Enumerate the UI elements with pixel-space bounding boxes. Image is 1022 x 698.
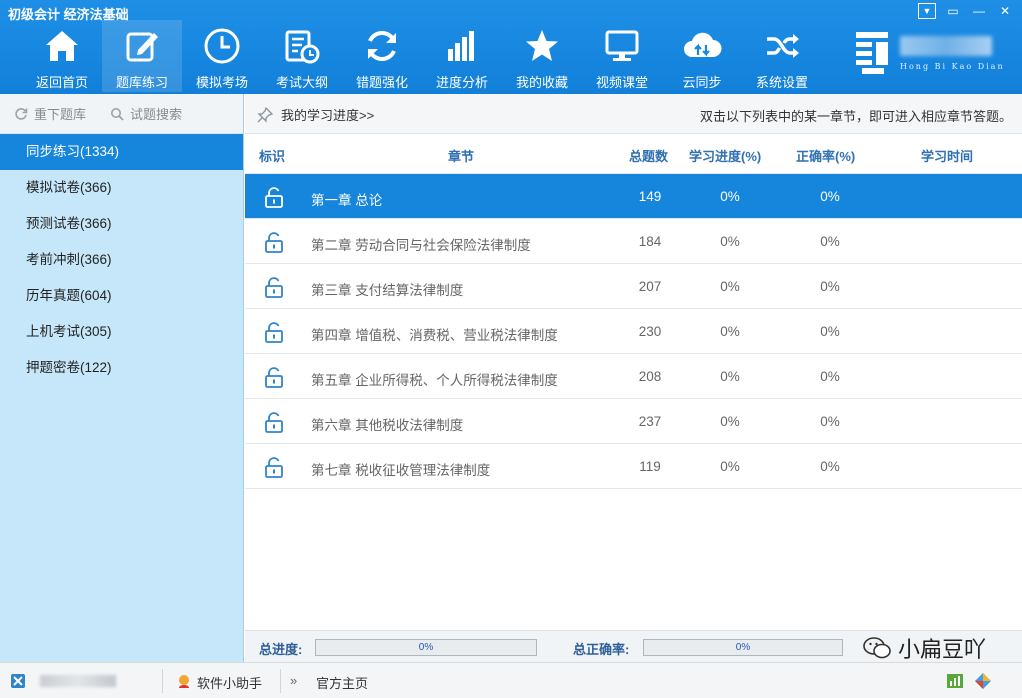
instruction-hint: 双击以下列表中的某一章节，即可进入相应章节答题。 (699, 109, 1012, 124)
unlock-icon (265, 322, 283, 343)
unlock-icon (265, 412, 283, 433)
monitor-icon (602, 26, 642, 66)
toolbar-settings-button[interactable]: 系统设置 (742, 20, 822, 92)
unlock-icon (265, 277, 283, 298)
toolbar-practice-button[interactable]: 题库练习 (102, 20, 182, 92)
my-progress-link[interactable]: 我的学习进度>> (257, 105, 374, 124)
chapter-panel-header: 我的学习进度>> 双击以下列表中的某一章节，即可进入相应章节答题。 (245, 94, 1022, 134)
search-questions-button[interactable]: 试题搜索 (110, 104, 182, 123)
category-item-final-sprint[interactable]: 考前冲刺(366) (0, 242, 243, 278)
main-toolbar: 返回首页 题库练习 模拟考场 考试大纲 错题强化 进度分析 我的收藏 视频课堂 … (22, 20, 822, 92)
column-accuracy: 正确率(%) (796, 149, 856, 164)
pin-icon (257, 106, 273, 123)
edit-icon (122, 26, 162, 66)
chapter-table-header: 标识 章节 总题数 学习进度(%) 正确率(%) 学习时间 (245, 134, 1022, 174)
blurred-user-info (40, 675, 116, 687)
bar-chart-icon (442, 26, 482, 66)
column-count: 总题数 (629, 149, 669, 164)
software-assistant-link[interactable]: 软件小助手 (197, 673, 262, 692)
menu-dropdown-icon[interactable]: ▼ (918, 3, 936, 19)
toolbar-mock-exam-button[interactable]: 模拟考场 (182, 20, 262, 92)
shuffle-icon (762, 26, 802, 66)
chapter-row[interactable]: 第三章 支付结算法律制度 207 0% 0% (245, 264, 1022, 309)
wechat-icon (863, 637, 891, 659)
chapter-row[interactable]: 第七章 税收征收管理法律制度 119 0% 0% (245, 444, 1022, 489)
star-icon (522, 26, 562, 66)
chapter-row[interactable]: 第五章 企业所得税、个人所得税法律制度 208 0% 0% (245, 354, 1022, 399)
top-toolbar: 初级会计 经济法基础 ▼ ▭ — ✕ 返回首页 题库练习 模拟考场 考试大纲 错… (0, 0, 1022, 94)
category-item-prediction-papers[interactable]: 预测试卷(366) (0, 206, 243, 242)
toolbar-cloud-sync-button[interactable]: 云同步 (662, 20, 742, 92)
refresh-icon (362, 26, 402, 66)
column-study-time: 学习时间 (921, 149, 974, 164)
assistant-icon (179, 675, 189, 688)
category-item-mock-papers[interactable]: 模拟试卷(366) (0, 170, 243, 206)
toolbar-syllabus-button[interactable]: 考试大纲 (262, 20, 342, 92)
chapter-row[interactable]: 第一章 总论 149 0% 0% (245, 174, 1022, 219)
watermark: 小扁豆吖 (862, 632, 986, 664)
column-mark: 标识 (259, 149, 286, 164)
category-panel-header: 重下题库 试题搜索 (0, 94, 243, 134)
chapter-row[interactable]: 第二章 劳动合同与社会保险法律制度 184 0% 0% (245, 219, 1022, 264)
column-chapter: 章节 (448, 149, 475, 164)
clock-icon (202, 26, 242, 66)
search-icon (111, 107, 124, 121)
reload-icon (15, 107, 28, 120)
toolbar-mistakes-button[interactable]: 错题强化 (342, 20, 422, 92)
unlock-icon (265, 457, 283, 478)
total-progress-label: 总进度: (259, 642, 303, 657)
toolbar-favorites-button[interactable]: 我的收藏 (502, 20, 582, 92)
unlock-icon (265, 232, 283, 253)
window-controls: ▼ ▭ — ✕ (918, 3, 1014, 19)
total-accuracy-label: 总正确率: (573, 642, 630, 657)
brand-mark-icon (856, 32, 888, 74)
brand-name-blurred (900, 36, 992, 56)
status-bar: 软件小助手 » 官方主页 (0, 662, 1022, 698)
category-item-past-exams[interactable]: 历年真题(604) (0, 278, 243, 314)
category-item-sync-practice[interactable]: 同步练习(1334) (0, 134, 243, 170)
stats-icon[interactable] (946, 673, 964, 689)
toolbar-video-button[interactable]: 视频课堂 (582, 20, 662, 92)
home-icon (42, 26, 82, 66)
brand-caption: Hong Bi Kao Dian (900, 62, 1005, 71)
brand-logo: Hong Bi Kao Dian (854, 28, 1004, 80)
category-item-prediction-secret[interactable]: 押题密卷(122) (0, 350, 243, 386)
chapter-row[interactable]: 第六章 其他税收法律制度 237 0% 0% (245, 399, 1022, 444)
colorful-app-icon[interactable] (974, 672, 992, 690)
double-chevron-icon: » (290, 673, 298, 688)
toolbar-analysis-button[interactable]: 进度分析 (422, 20, 502, 92)
chapter-panel: 我的学习进度>> 双击以下列表中的某一章节，即可进入相应章节答题。 标识 章节 … (245, 94, 1022, 662)
cloud-sync-icon (682, 26, 722, 66)
unlock-icon (265, 367, 283, 388)
reload-bank-button[interactable]: 重下题库 (14, 104, 86, 123)
minimize-icon[interactable]: — (970, 3, 988, 19)
toolbar-home-button[interactable]: 返回首页 (22, 20, 102, 92)
category-panel: 重下题库 试题搜索 同步练习(1334) 模拟试卷(366) 预测试卷(366)… (0, 94, 244, 662)
chapter-row[interactable]: 第四章 增值税、消费税、营业税法律制度 230 0% 0% (245, 309, 1022, 354)
app-small-icon (11, 674, 25, 688)
unlock-icon (265, 187, 283, 208)
total-accuracy-bar: 0% (643, 639, 843, 656)
schedule-icon (282, 26, 322, 66)
column-progress: 学习进度(%) (689, 149, 762, 164)
official-homepage-link[interactable]: 官方主页 (316, 673, 368, 692)
total-progress-bar: 0% (315, 639, 537, 656)
category-item-computer-exam[interactable]: 上机考试(305) (0, 314, 243, 350)
skin-icon[interactable]: ▭ (944, 3, 962, 19)
close-icon[interactable]: ✕ (996, 3, 1014, 19)
